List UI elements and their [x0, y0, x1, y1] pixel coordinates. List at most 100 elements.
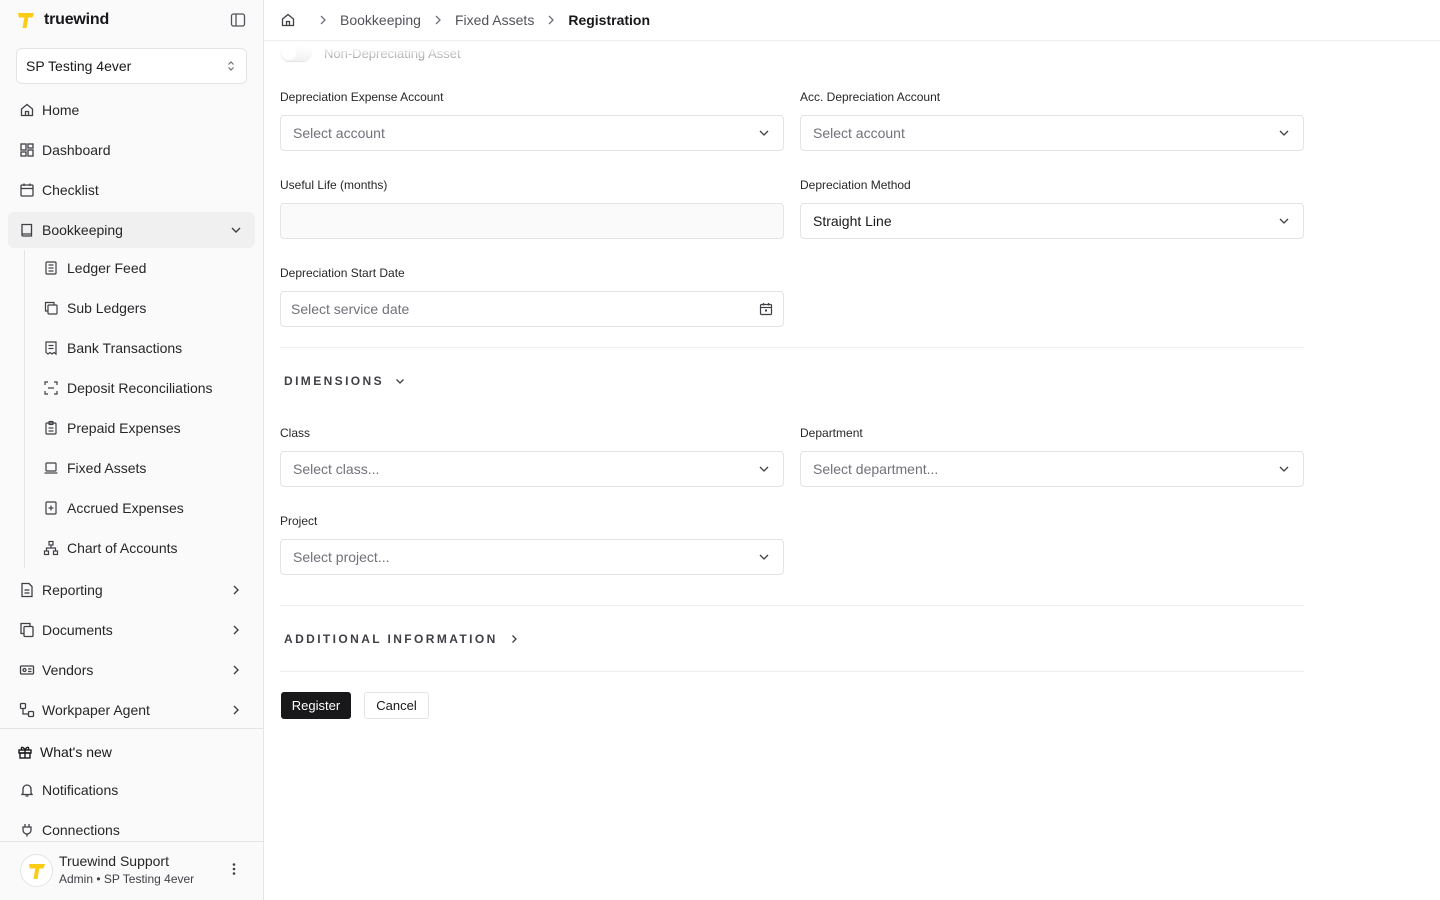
sidebar-divider: [0, 728, 263, 729]
sidebar-item-accrued-expenses[interactable]: Accrued Expenses: [33, 490, 253, 526]
chevron-right-icon: [320, 15, 326, 25]
file-text-icon: [21, 582, 33, 598]
nav-item-vendors[interactable]: Vendors: [8, 652, 255, 688]
nav-label-bookkeeping: Bookkeeping: [42, 222, 123, 238]
chevron-down-icon: [1279, 218, 1289, 224]
vendor-card-icon: [19, 665, 35, 675]
brand-name: truewind: [44, 11, 110, 28]
depreciation-expense-account-select[interactable]: Select account: [280, 115, 784, 151]
chevron-right-icon: [548, 15, 555, 25]
nav-label-home: Home: [42, 102, 80, 118]
nav-label-connections: Connections: [42, 822, 120, 838]
copy-icon: [44, 301, 58, 315]
cancel-button[interactable]: Cancel: [364, 692, 429, 719]
additional-information-toggle[interactable]: ADDITIONAL INFORMATION: [284, 629, 520, 649]
chevron-down-icon: [231, 227, 241, 233]
brand[interactable]: truewind: [16, 9, 109, 31]
bell-icon: [20, 784, 34, 797]
nav-item-home[interactable]: Home: [8, 92, 255, 128]
depreciation-method-select[interactable]: Straight Line: [800, 203, 1304, 239]
sidebar-item-deposit-reconciliations[interactable]: Deposit Reconciliations: [33, 370, 253, 406]
sidebar-label-fixed-assets: Fixed Assets: [67, 460, 147, 476]
chevron-right-icon: [233, 665, 239, 675]
section-divider: [280, 605, 1304, 606]
nav-label-dashboard: Dashboard: [42, 142, 111, 158]
home-icon[interactable]: [280, 12, 296, 28]
chevron-down-icon: [759, 466, 769, 472]
nav-item-checklist[interactable]: Checklist: [8, 172, 255, 208]
sidebar-item-ledger-feed[interactable]: Ledger Feed: [33, 250, 253, 286]
dimensions-section-toggle[interactable]: DIMENSIONS: [284, 371, 406, 391]
organization-name: SP Testing 4ever: [26, 58, 132, 74]
breadcrumb-current: Registration: [568, 12, 651, 28]
breadcrumb-fixed-assets[interactable]: Fixed Assets: [455, 12, 534, 28]
sidebar-item-fixed-assets[interactable]: Fixed Assets: [33, 450, 253, 486]
more-vertical-icon[interactable]: [226, 861, 242, 877]
acc-depreciation-account-label: Acc. Depreciation Account: [800, 90, 941, 104]
home-icon: [20, 103, 34, 117]
book-icon: [21, 223, 33, 237]
select-placeholder: Select project...: [293, 549, 390, 565]
class-select[interactable]: Select class...: [280, 451, 784, 487]
chevron-right-icon: [233, 625, 239, 635]
sidebar-label-sub-ledgers: Sub Ledgers: [67, 300, 147, 316]
depreciation-start-date-picker[interactable]: Select service date: [280, 291, 784, 327]
ledger-icon: [45, 261, 57, 275]
nav-item-workpaper-agent[interactable]: Workpaper Agent: [8, 692, 255, 728]
nav-label-checklist: Checklist: [42, 182, 99, 198]
nav-item-documents[interactable]: Documents: [8, 612, 255, 648]
sidebar-item-chart-of-accounts[interactable]: Chart of Accounts: [33, 530, 253, 566]
non-depreciating-label: Non-Depreciating Asset: [324, 46, 461, 61]
nav-item-connections[interactable]: Connections: [8, 812, 255, 848]
truewind-logo-icon: [28, 863, 45, 879]
sidebar-label-deposit-reconciliations: Deposit Reconciliations: [67, 380, 213, 396]
chevron-down-icon: [1279, 130, 1289, 136]
sidebar-item-prepaid-expenses[interactable]: Prepaid Expenses: [33, 410, 253, 446]
subnav-guide-line: [24, 250, 25, 568]
file-plus-icon: [45, 501, 57, 515]
sidebar-toggle-icon[interactable]: [230, 12, 246, 28]
documents-icon: [20, 622, 34, 638]
nav-item-reporting[interactable]: Reporting: [8, 572, 255, 608]
register-button[interactable]: Register: [281, 692, 351, 719]
date-placeholder: Select service date: [291, 301, 410, 317]
chevron-down-icon: [759, 554, 769, 560]
receipt-icon: [45, 341, 57, 356]
acc-depreciation-account-select[interactable]: Select account: [800, 115, 1304, 151]
useful-life-label: Useful Life (months): [280, 178, 388, 192]
calendar-check-icon: [20, 183, 34, 197]
project-select[interactable]: Select project...: [280, 539, 784, 575]
breadcrumb-bookkeeping[interactable]: Bookkeeping: [340, 12, 421, 28]
nav-item-dashboard[interactable]: Dashboard: [8, 132, 255, 168]
sidebar-item-bank-transactions[interactable]: Bank Transactions: [33, 330, 253, 366]
nav-item-whats-new[interactable]: What's new: [8, 734, 255, 770]
hierarchy-icon: [43, 540, 59, 556]
useful-life-input[interactable]: [280, 203, 784, 239]
nav-label-whats-new: What's new: [40, 744, 112, 760]
chevron-down-icon: [759, 130, 769, 136]
non-depreciating-toggle[interactable]: [280, 44, 312, 62]
breadcrumb: Bookkeeping Fixed Assets Registration: [280, 0, 650, 40]
top-header: Bookkeeping Fixed Assets Registration: [264, 0, 1440, 41]
sidebar-item-sub-ledgers[interactable]: Sub Ledgers: [33, 290, 253, 326]
clipboard-icon: [45, 420, 57, 435]
nav-item-bookkeeping[interactable]: Bookkeeping: [8, 212, 255, 248]
calendar-icon: [759, 303, 773, 316]
nav-label-workpaper-agent: Workpaper Agent: [42, 702, 150, 718]
dimensions-title: DIMENSIONS: [284, 374, 385, 388]
chevron-right-icon: [435, 15, 441, 25]
sidebar-label-accrued-expenses: Accrued Expenses: [67, 500, 184, 516]
chevron-right-icon: [511, 635, 517, 643]
organization-select[interactable]: SP Testing 4ever: [16, 48, 247, 84]
workflow-icon: [19, 702, 35, 718]
chevron-right-icon: [233, 705, 239, 715]
section-divider: [280, 671, 1304, 672]
avatar: [20, 854, 53, 887]
sidebar: truewind SP Testing 4ever Home Dashboard…: [0, 0, 264, 900]
chevrons-up-down-icon: [228, 61, 234, 71]
department-select[interactable]: Select department...: [800, 451, 1304, 487]
user-menu[interactable]: Truewind Support Admin • SP Testing 4eve…: [20, 852, 250, 888]
project-label: Project: [280, 514, 318, 528]
select-placeholder: Select department...: [813, 461, 939, 477]
nav-item-notifications[interactable]: Notifications: [8, 772, 255, 808]
